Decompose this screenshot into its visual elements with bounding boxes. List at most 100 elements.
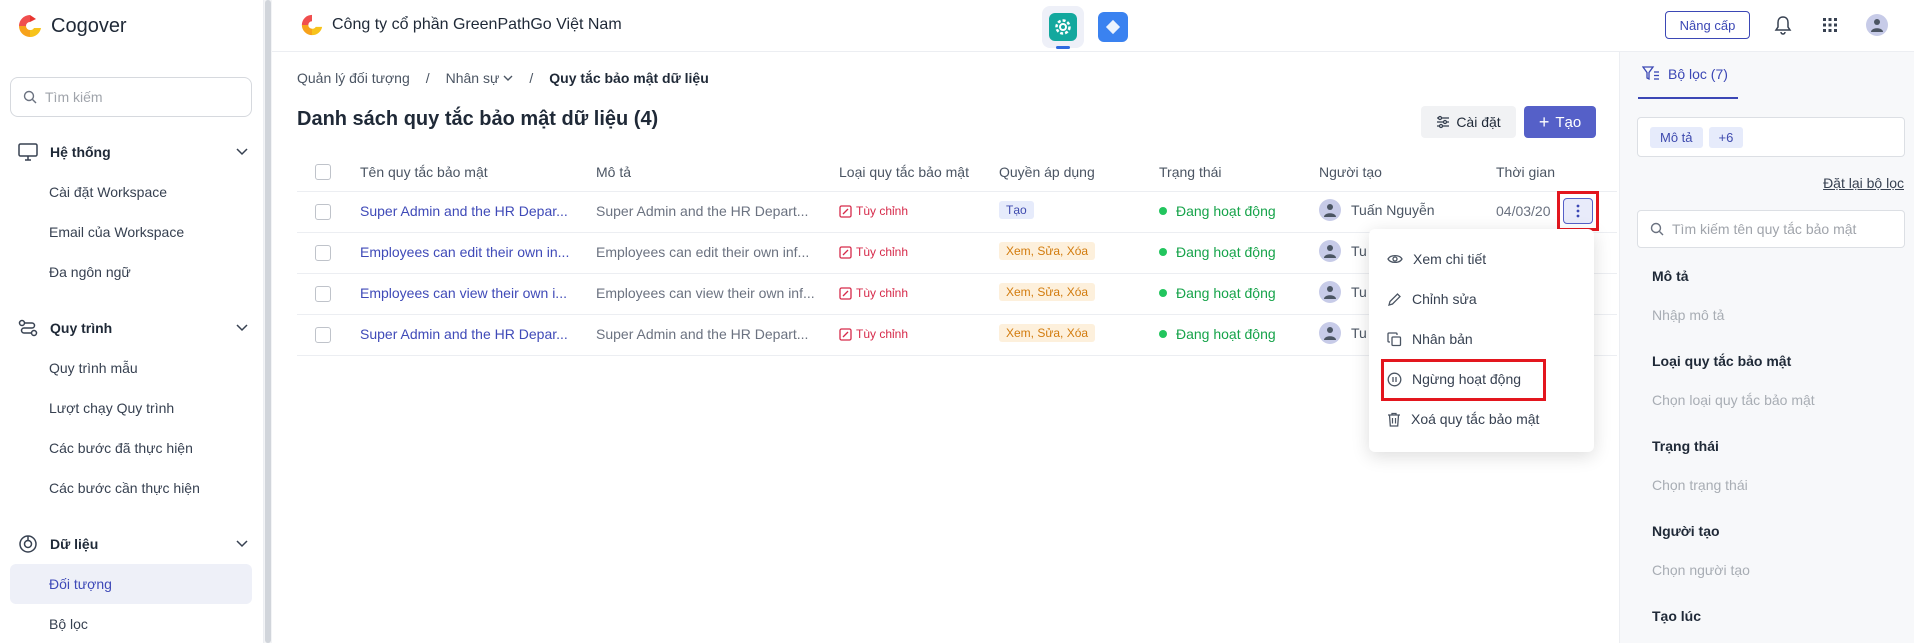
status-dot [1159, 248, 1167, 256]
status-label: Đang hoạt động [1176, 326, 1276, 342]
sidebar-section-system[interactable]: Hệ thống [18, 143, 248, 161]
filter-label-description: Mô tả [1652, 268, 1689, 284]
filter-select-status[interactable]: Chọn trạng thái [1652, 477, 1748, 493]
row-checkbox[interactable] [315, 327, 331, 343]
filter-select-creator[interactable]: Chọn người tạo [1652, 562, 1750, 578]
breadcrumb-objects[interactable]: Quản lý đối tượng [297, 70, 410, 86]
breadcrumb: Quản lý đối tượng / Nhân sự / Quy tắc bả… [297, 70, 709, 86]
sidebar-item-todo-steps[interactable]: Các bước cần thực hiện [49, 480, 200, 496]
chevron-down-icon [503, 75, 513, 81]
sidebar-item-process-runs[interactable]: Lượt chạy Quy trình [49, 400, 174, 416]
column-header-permission[interactable]: Quyền áp dụng [999, 164, 1095, 180]
sidebar-scrollbar[interactable] [264, 0, 272, 643]
user-icon [1324, 204, 1336, 217]
chevron-down-icon[interactable] [236, 148, 248, 156]
creator: Tu [1319, 240, 1367, 262]
menu-item-edit[interactable]: Chỉnh sửa [1387, 291, 1577, 307]
filter-chip[interactable]: Mô tả [1650, 126, 1703, 148]
sidebar-item-done-steps[interactable]: Các bước đã thực hiện [49, 440, 193, 456]
edit-note-icon [839, 245, 852, 259]
rule-name-link[interactable]: Employees can edit their own in... [360, 244, 569, 260]
rule-type: Tùy chỉnh [839, 327, 908, 341]
rule-description: Employees can view their own inf... [596, 285, 815, 301]
sidebar-item-process-templates[interactable]: Quy trình mẫu [49, 360, 138, 376]
topbar: Công ty cổ phần GreenPathGo Việt Nam Nân… [272, 0, 1914, 52]
row-checkbox[interactable] [315, 286, 331, 302]
app-settings[interactable] [1042, 6, 1084, 49]
sidebar-search-input[interactable] [45, 89, 235, 105]
brand-logo[interactable]: Cogover [17, 13, 127, 39]
settings-button[interactable]: Cài đặt [1421, 106, 1516, 138]
column-header-name[interactable]: Tên quy tắc bảo mật [360, 164, 488, 180]
row-checkbox[interactable] [315, 204, 331, 220]
reset-filter-link[interactable]: Đặt lại bộ lọc [1823, 175, 1904, 191]
rule-description: Employees can edit their own inf... [596, 244, 810, 260]
search-icon [23, 90, 37, 104]
rule-type-label: Tùy chỉnh [856, 286, 909, 300]
filter-search[interactable] [1637, 210, 1905, 248]
tab-active-indicator [1638, 97, 1738, 99]
tab-filter[interactable]: Bộ lọc (7) [1642, 66, 1728, 82]
menu-item-view-details[interactable]: Xem chi tiết [1387, 251, 1577, 267]
monitor-icon [18, 143, 38, 161]
app-switch[interactable] [1092, 6, 1134, 48]
creator-name: Tu [1351, 243, 1367, 259]
filter-label-status: Trạng thái [1652, 438, 1719, 454]
menu-item-label: Xoá quy tắc bảo mật [1411, 411, 1540, 427]
company-switcher[interactable]: Công ty cổ phần GreenPathGo Việt Nam [300, 13, 622, 37]
data-icon [19, 535, 37, 553]
menu-item-delete[interactable]: Xoá quy tắc bảo mật [1387, 411, 1577, 427]
status-dot [1159, 289, 1167, 297]
sidebar-item-filters[interactable]: Bộ lọc [49, 616, 88, 632]
status-label: Đang hoạt động [1176, 203, 1276, 219]
sidebar-item-multilanguage[interactable]: Đa ngôn ngữ [49, 264, 131, 280]
rule-name-link[interactable]: Employees can view their own i... [360, 285, 567, 301]
active-filters[interactable]: Mô tả +6 [1637, 117, 1905, 157]
user-icon [1324, 286, 1336, 299]
column-header-time[interactable]: Thời gian [1496, 164, 1555, 180]
user-avatar[interactable] [1866, 14, 1888, 36]
create-button[interactable]: + Tạo [1524, 106, 1596, 138]
sidebar: Cogover Hệ thống Cài đặt Workspace Email… [0, 0, 264, 643]
filter-select-type[interactable]: Chọn loại quy tắc bảo mật [1652, 392, 1815, 408]
table-row[interactable]: Super Admin and the HR Depar... Super Ad… [297, 192, 1617, 233]
company-logo-icon [301, 14, 323, 36]
creator: Tuấn Nguyễn [1319, 199, 1435, 221]
filter-label-type: Loại quy tắc bảo mật [1652, 353, 1792, 369]
column-header-type[interactable]: Loại quy tắc bảo mật [839, 164, 969, 180]
sidebar-section-process[interactable]: Quy trình [18, 319, 248, 337]
column-header-creator[interactable]: Người tạo [1319, 164, 1382, 180]
chevron-down-icon[interactable] [236, 324, 248, 332]
menu-item-label: Nhân bản [1412, 331, 1473, 347]
creator-name: Tu [1351, 284, 1367, 300]
sidebar-item-workspace-email[interactable]: Email của Workspace [49, 224, 184, 240]
sidebar-search[interactable] [10, 77, 252, 117]
edit-note-icon [839, 327, 852, 341]
column-header-status[interactable]: Trạng thái [1159, 164, 1222, 180]
filter-chip-more[interactable]: +6 [1708, 126, 1744, 148]
sidebar-section-label: Quy trình [50, 320, 113, 336]
rule-name-link[interactable]: Super Admin and the HR Depar... [360, 203, 568, 219]
menu-item-duplicate[interactable]: Nhân bản [1387, 331, 1577, 347]
upgrade-button[interactable]: Nâng cấp [1665, 11, 1750, 39]
sidebar-section-data[interactable]: Dữ liệu [18, 534, 248, 554]
apps-grid-icon[interactable] [1819, 14, 1841, 36]
bell-icon[interactable] [1772, 14, 1794, 36]
chevron-down-icon[interactable] [236, 540, 248, 548]
row-checkbox[interactable] [315, 245, 331, 261]
avatar [1319, 240, 1341, 262]
breadcrumb-hr[interactable]: Nhân sự [446, 70, 514, 86]
select-all-checkbox[interactable] [315, 164, 331, 180]
page-title: Danh sách quy tắc bảo mật dữ liệu (4) [297, 108, 659, 130]
sidebar-item-workspace-settings[interactable]: Cài đặt Workspace [49, 184, 167, 200]
column-header-description[interactable]: Mô tả [596, 164, 631, 180]
trash-icon [1388, 412, 1400, 427]
filter-input-description[interactable]: Nhập mô tả [1652, 307, 1724, 323]
rule-name-link[interactable]: Super Admin and the HR Depar... [360, 326, 568, 342]
filter-search-input[interactable] [1672, 221, 1892, 237]
rule-type: Tùy chỉnh [839, 245, 908, 259]
sidebar-item-objects[interactable]: Đối tượng [49, 576, 112, 592]
edit-note-icon [839, 286, 852, 300]
status-badge: Đang hoạt động [1159, 326, 1276, 342]
scrollbar-thumb[interactable] [265, 0, 271, 643]
